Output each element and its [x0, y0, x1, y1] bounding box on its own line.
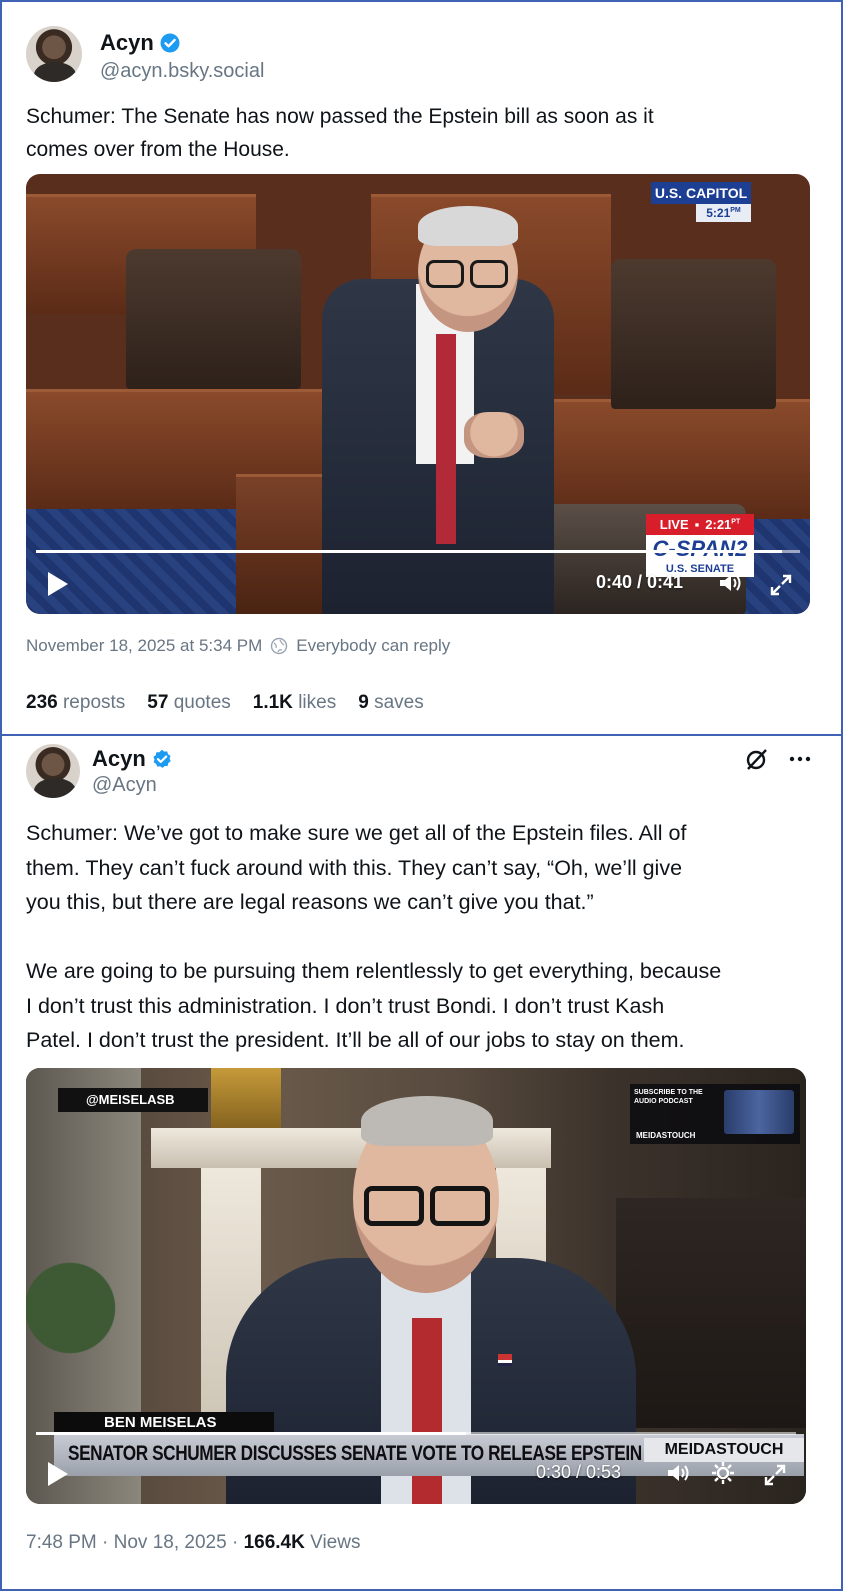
saves-label: saves	[374, 692, 424, 713]
quotes-label: quotes	[173, 692, 231, 713]
author-handle[interactable]: @acyn.bsky.social	[100, 60, 264, 83]
watermark: @MEISELASB	[58, 1088, 208, 1112]
fullscreen-icon[interactable]	[762, 1462, 788, 1488]
reposts-stat[interactable]: 236 reposts	[26, 692, 125, 714]
post-card-bluesky: Acyn @acyn.bsky.social Schumer: The Sena…	[0, 0, 843, 736]
live-time-suffix: PT	[731, 518, 741, 526]
post-timestamp[interactable]: 7:48 PM · Nov 18, 2025 ·	[26, 1532, 244, 1553]
podcast-promo: SUBSCRIBE TO THE AUDIO PODCAST MEIDASTOU…	[630, 1084, 800, 1144]
views-label: Views	[310, 1532, 361, 1553]
engagement-stats: 236 reposts 57 quotes 1.1K likes 9 saves	[26, 692, 424, 714]
likes-label: likes	[298, 692, 337, 713]
play-icon[interactable]	[48, 1462, 68, 1486]
brand-label: MEIDASTOUCH	[644, 1438, 804, 1462]
headline-bar: SENATOR SCHUMER DISCUSSES SENATE VOTE TO…	[54, 1434, 804, 1476]
volume-icon[interactable]	[716, 570, 742, 596]
likes-count: 1.1K	[252, 692, 293, 713]
avatar[interactable]	[26, 744, 80, 798]
video-progress-fill	[36, 1432, 466, 1435]
author-name[interactable]: Acyn	[100, 30, 180, 56]
post-text: Schumer: We’ve got to make sure we get a…	[26, 821, 722, 1052]
reply-setting[interactable]: Everybody can reply	[296, 636, 450, 656]
live-label: LIVE	[659, 517, 689, 532]
network-label: C-SPAN2	[646, 535, 754, 563]
play-icon[interactable]	[48, 572, 68, 596]
live-time: 2:21	[705, 517, 732, 532]
volume-icon[interactable]	[664, 1460, 690, 1486]
views-count: 166.4K	[243, 1532, 305, 1553]
chyron-time-suffix: PM	[730, 207, 741, 214]
post-timestamp[interactable]: November 18, 2025 at 5:34 PM	[26, 636, 262, 656]
likes-stat[interactable]: 1.1K likes	[253, 692, 336, 714]
saves-stat[interactable]: 9 saves	[358, 692, 424, 714]
author-name[interactable]: Acyn	[92, 746, 172, 772]
reposts-count: 236	[26, 692, 58, 713]
author-name-text: Acyn	[100, 30, 154, 55]
location-chyron: U.S. CAPITOL 5:21PM	[651, 182, 751, 224]
post-actions	[744, 746, 812, 772]
network-bug: LIVE ▪ 2:21PT C-SPAN2 U.S. SENATE	[646, 514, 754, 577]
video-player[interactable]: @MEISELASB SUBSCRIBE TO THE AUDIO PODCAS…	[26, 1068, 806, 1504]
quotes-stat[interactable]: 57 quotes	[147, 692, 230, 714]
location-label: U.S. CAPITOL	[651, 182, 751, 204]
post-text: Schumer: The Senate has now passed the E…	[26, 105, 654, 161]
saves-count: 9	[358, 692, 369, 713]
grok-icon[interactable]	[744, 746, 770, 772]
chyron-time: 5:21	[706, 206, 731, 220]
post-footer: 7:48 PM · Nov 18, 2025 · 166.4K Views	[26, 1532, 360, 1554]
reposts-label: reposts	[62, 692, 126, 713]
promo-brand: MEIDASTOUCH	[636, 1131, 696, 1140]
video-progress-fill	[36, 550, 782, 553]
name-tag: BEN MEISELAS	[54, 1412, 274, 1434]
verified-badge-icon	[153, 749, 171, 768]
post-card-x: Acyn @Acyn Schumer: We’ve got to make su…	[0, 734, 843, 1591]
settings-gear-icon[interactable]	[710, 1460, 736, 1486]
video-timecode: 0:40 / 0:41	[596, 572, 684, 592]
avatar[interactable]	[26, 26, 82, 82]
fullscreen-icon[interactable]	[768, 572, 794, 598]
video-player[interactable]: U.S. CAPITOL 5:21PM LIVE ▪ 2:21PT C-SPAN…	[26, 174, 810, 614]
author-handle[interactable]: @Acyn	[92, 774, 157, 797]
video-timecode: 0:30 / 0:53	[536, 1462, 622, 1482]
post-meta: November 18, 2025 at 5:34 PM Everybody c…	[26, 636, 450, 656]
more-options-icon[interactable]	[788, 746, 812, 772]
quotes-count: 57	[147, 692, 169, 713]
globe-icon	[271, 637, 288, 655]
author-name-text: Acyn	[92, 746, 146, 771]
verified-badge-icon	[160, 33, 180, 53]
